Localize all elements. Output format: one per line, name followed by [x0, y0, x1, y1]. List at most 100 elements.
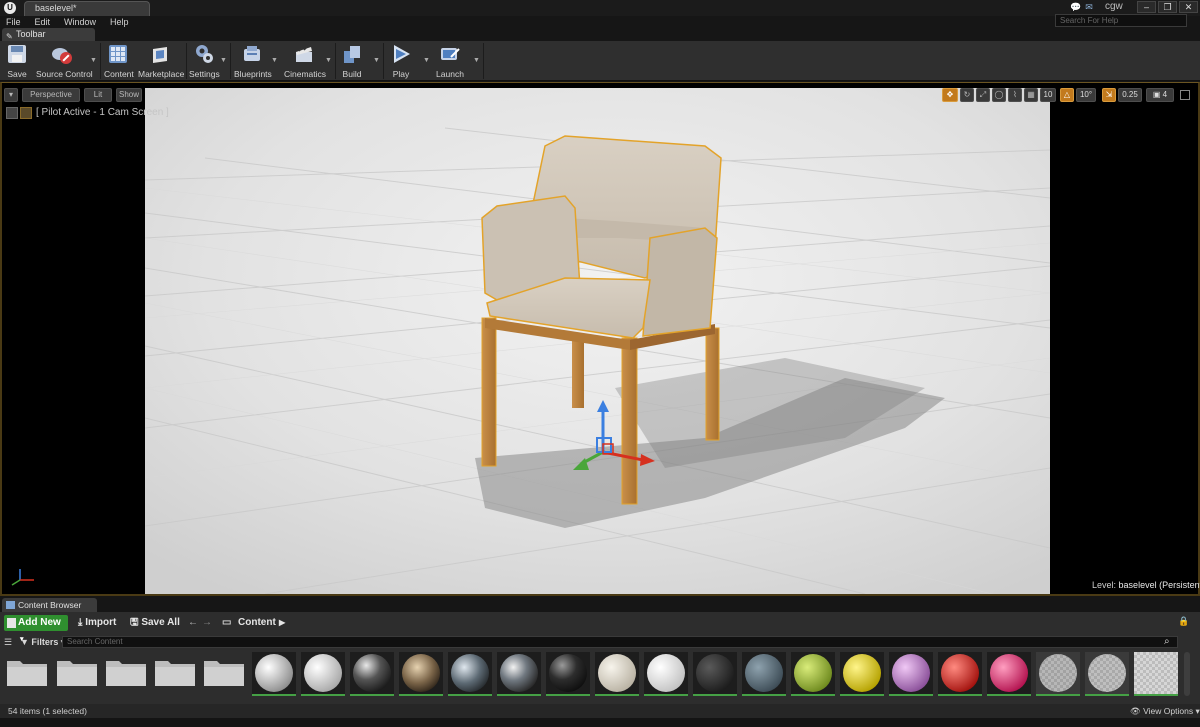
source-control-icon — [51, 43, 73, 65]
folder-icon[interactable] — [154, 657, 196, 687]
user-name[interactable]: cgw — [1105, 1, 1123, 12]
build-button[interactable]: Build — [339, 43, 365, 79]
history-forward-icon[interactable]: → — [202, 615, 212, 631]
material-thumbnail[interactable] — [301, 652, 345, 696]
settings-dropdown-icon[interactable]: ▼ — [220, 57, 227, 64]
material-thumbnail[interactable] — [791, 652, 835, 696]
grid-snap-icon[interactable]: ▦ — [1024, 88, 1038, 102]
pilot-active-label: [ Pilot Active - 1 Cam Screen ] — [36, 107, 169, 118]
folder-icon[interactable] — [203, 657, 245, 687]
minimize-button[interactable]: – — [1137, 1, 1156, 13]
lit-button[interactable]: Lit — [84, 88, 112, 102]
material-thumbnail[interactable] — [252, 652, 296, 696]
grid-snap-value[interactable]: 10 — [1040, 88, 1056, 102]
blueprints-dropdown-icon[interactable]: ▼ — [271, 57, 278, 64]
rotation-snap-value[interactable]: 10° — [1076, 88, 1096, 102]
view-options-dropdown-icon: ▾ — [1193, 706, 1200, 716]
menu-window[interactable]: Window — [64, 16, 102, 28]
camera-speed-value: 4 — [1162, 90, 1168, 99]
viewport-options-button[interactable]: ▾ — [4, 88, 18, 102]
build-dropdown-icon[interactable]: ▼ — [373, 57, 380, 64]
source-control-button[interactable]: Source Control — [36, 43, 93, 79]
filters-button[interactable]: ▼ Filters ▾ — [20, 637, 65, 648]
close-button[interactable]: ✕ — [1179, 1, 1198, 13]
content-button[interactable]: Content — [104, 43, 134, 79]
translate-mode-icon[interactable]: ✥ — [942, 88, 958, 102]
level-name: baselevel (Persistent) — [1118, 580, 1200, 590]
menu-edit[interactable]: Edit — [35, 16, 57, 28]
folder-icon[interactable] — [6, 657, 48, 687]
material-thumbnail[interactable] — [889, 652, 933, 696]
material-thumbnail[interactable] — [546, 652, 590, 696]
folder-icon[interactable] — [105, 657, 147, 687]
folder-icon[interactable] — [56, 657, 98, 687]
blueprints-button[interactable]: Blueprints — [234, 43, 272, 79]
chat-icon[interactable]: 💬 — [1070, 2, 1081, 14]
material-thumbnail[interactable] — [1085, 652, 1129, 696]
lock-icon[interactable]: 🔒 — [1178, 616, 1190, 628]
feedback-icon[interactable]: ✉ — [1085, 2, 1093, 14]
level-document-tab[interactable]: baselevel* — [24, 1, 150, 16]
scale-snap-value[interactable]: 0.25 — [1118, 88, 1142, 102]
marketplace-label: Marketplace — [138, 69, 185, 79]
pilot-camera-icon[interactable] — [20, 107, 32, 119]
show-button[interactable]: Show — [116, 88, 142, 102]
window-controls: – ❐ ✕ — [1137, 1, 1198, 13]
maximize-button[interactable]: ❐ — [1158, 1, 1177, 13]
material-thumbnail[interactable] — [1134, 652, 1178, 696]
toolbar-tab[interactable]: ✎ Toolbar — [2, 28, 95, 41]
menu-help[interactable]: Help — [110, 16, 135, 28]
search-icon[interactable]: ⌕ — [1164, 636, 1170, 647]
blueprints-icon — [241, 43, 263, 65]
rotation-snap-icon[interactable]: △ — [1060, 88, 1074, 102]
eject-pilot-icon[interactable] — [6, 107, 18, 119]
launch-dropdown-icon[interactable]: ▼ — [473, 57, 480, 64]
view-options-button[interactable]: 👁 View Options ▾ — [1130, 706, 1200, 717]
content-browser-tab-label: Content Browser — [18, 600, 82, 610]
surface-snap-icon[interactable]: ⌇ — [1008, 88, 1022, 102]
viewport-scene[interactable] — [145, 88, 1050, 594]
scale-mode-icon[interactable]: ⤢ — [976, 88, 990, 102]
material-thumbnail[interactable] — [399, 652, 443, 696]
asset-scrollbar[interactable] — [1184, 652, 1190, 696]
launch-button[interactable]: Launch — [434, 43, 466, 79]
help-search-input[interactable]: Search For Help — [1055, 14, 1187, 27]
play-button[interactable]: Play — [388, 43, 414, 79]
content-path[interactable]: Content — [238, 615, 276, 631]
scale-snap-icon[interactable]: ⇲ — [1102, 88, 1116, 102]
world-local-icon[interactable]: ◯ — [992, 88, 1006, 102]
material-thumbnail[interactable] — [742, 652, 786, 696]
camera-speed[interactable]: ▣ 4 — [1146, 88, 1174, 102]
sources-panel-toggle-icon[interactable]: ☰ — [4, 637, 16, 647]
source-control-dropdown-icon[interactable]: ▼ — [90, 57, 97, 64]
cinematics-dropdown-icon[interactable]: ▼ — [325, 57, 332, 64]
material-thumbnail[interactable] — [987, 652, 1031, 696]
marketplace-button[interactable]: Marketplace — [138, 43, 185, 79]
material-thumbnail[interactable] — [693, 652, 737, 696]
material-thumbnail[interactable] — [497, 652, 541, 696]
source-control-label: Source Control — [36, 69, 93, 79]
current-level-readout: Level: baselevel (Persistent) — [1092, 580, 1200, 590]
settings-button[interactable]: Settings — [189, 43, 220, 79]
perspective-button[interactable]: Perspective — [22, 88, 80, 102]
material-thumbnail[interactable] — [840, 652, 884, 696]
play-dropdown-icon[interactable]: ▼ — [423, 57, 430, 64]
menu-file[interactable]: File — [6, 16, 27, 28]
rotate-mode-icon[interactable]: ↻ — [960, 88, 974, 102]
material-thumbnail[interactable] — [938, 652, 982, 696]
content-browser-tab[interactable]: Content Browser — [2, 598, 97, 612]
import-button[interactable]: ⤓ Import — [78, 615, 116, 631]
material-thumbnail[interactable] — [595, 652, 639, 696]
history-back-icon[interactable]: ← — [188, 615, 198, 631]
path-chevron-icon[interactable]: ▶ — [279, 615, 285, 631]
material-thumbnail[interactable] — [1036, 652, 1080, 696]
content-search-input[interactable]: Search Content — [62, 636, 1178, 648]
add-new-button[interactable]: Add New ▾ — [4, 615, 68, 643]
save-all-button[interactable]: 🖫 Save All — [130, 615, 180, 631]
save-button[interactable]: Save — [4, 43, 30, 79]
maximize-viewport-icon[interactable] — [1180, 90, 1190, 100]
material-thumbnail[interactable] — [448, 652, 492, 696]
material-thumbnail[interactable] — [644, 652, 688, 696]
cinematics-button[interactable]: Cinematics — [284, 43, 326, 79]
material-thumbnail[interactable] — [350, 652, 394, 696]
